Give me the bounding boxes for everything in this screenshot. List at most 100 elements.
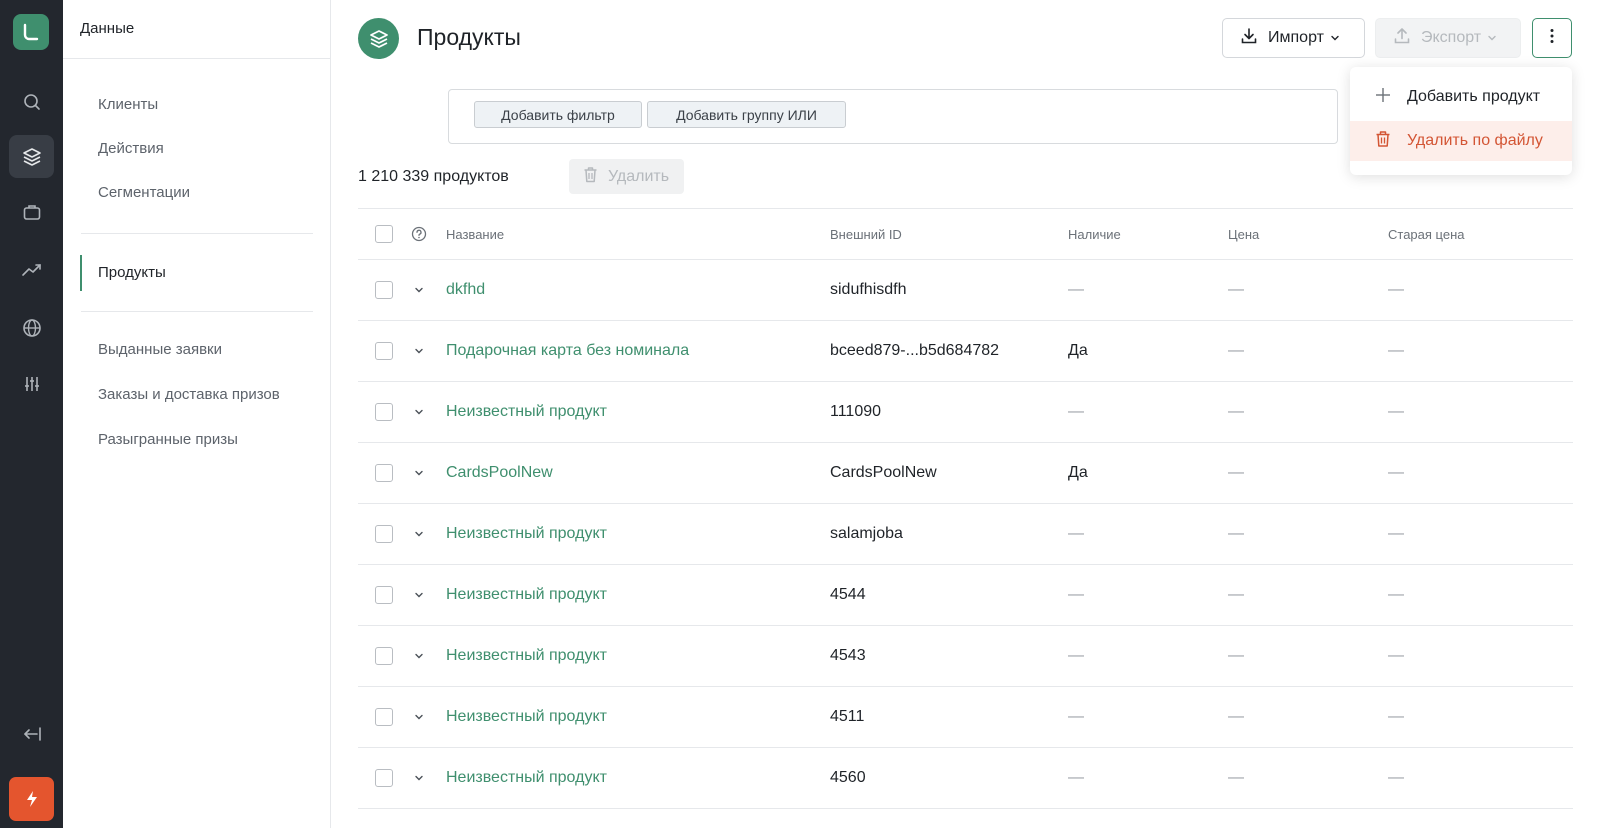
expand-chevron-icon[interactable] xyxy=(414,321,424,381)
delete-button[interactable]: Удалить xyxy=(569,159,684,194)
subnav-item-segmentations[interactable]: Сегментации xyxy=(98,184,190,201)
column-header-external-id[interactable]: Внешний ID xyxy=(830,209,902,259)
table-row[interactable]: Неизвестный продукт 111090 — — — xyxy=(358,382,1573,443)
expand-chevron-icon[interactable] xyxy=(414,443,424,503)
products-layers-icon xyxy=(358,18,399,59)
subnav-title: Данные xyxy=(63,0,330,59)
row-checkbox[interactable] xyxy=(375,504,393,564)
table-row[interactable]: Неизвестный продукт 4511 — — — xyxy=(358,687,1573,748)
app-logo-icon[interactable] xyxy=(13,14,49,50)
old-price-cell: — xyxy=(1388,647,1404,664)
layers-icon[interactable] xyxy=(9,135,54,178)
table-row[interactable]: Неизвестный продукт 4543 — — — xyxy=(358,626,1573,687)
subnav-divider xyxy=(81,311,313,312)
old-price-cell: — xyxy=(1388,586,1404,603)
availability-cell: — xyxy=(1068,708,1084,725)
price-cell: — xyxy=(1228,281,1244,298)
export-button[interactable]: Экспорт xyxy=(1375,18,1521,58)
subnav-item-clients[interactable]: Клиенты xyxy=(98,96,158,113)
availability-cell: Да xyxy=(1068,464,1088,481)
select-all-checkbox[interactable] xyxy=(375,209,393,259)
page-title: Продукты xyxy=(417,24,521,50)
trash-icon xyxy=(1375,130,1391,153)
table-row[interactable]: Неизвестный продукт 4544 — — — xyxy=(358,565,1573,626)
price-cell: — xyxy=(1228,464,1244,481)
availability-cell: Да xyxy=(1068,342,1088,359)
more-actions-menu: Добавить продукт Удалить по файлу xyxy=(1350,67,1572,175)
expand-chevron-icon[interactable] xyxy=(414,504,424,564)
product-name-link[interactable]: dkfhd xyxy=(446,260,485,320)
column-header-price[interactable]: Цена xyxy=(1228,209,1259,259)
bolt-icon[interactable] xyxy=(9,777,54,821)
globe-icon[interactable] xyxy=(9,306,54,349)
product-name-link[interactable]: Неизвестный продукт xyxy=(446,626,607,686)
expand-chevron-icon[interactable] xyxy=(414,565,424,625)
external-id-cell: CardsPoolNew xyxy=(830,464,937,481)
expand-chevron-icon[interactable] xyxy=(414,382,424,442)
external-id-cell: 4560 xyxy=(830,769,866,786)
add-or-group-button[interactable]: Добавить группу ИЛИ xyxy=(647,101,846,128)
table-row[interactable]: Неизвестный продукт 4560 — — — xyxy=(358,748,1573,809)
subnav-item-drawn-prizes[interactable]: Разыгранные призы xyxy=(98,431,238,448)
add-filter-button[interactable]: Добавить фильтр xyxy=(474,101,642,128)
table-row[interactable]: Подарочная карта без номинала bceed879-.… xyxy=(358,321,1573,382)
product-name-link[interactable]: Неизвестный продукт xyxy=(446,565,607,625)
table-header: Название Внешний ID Наличие Цена Старая … xyxy=(358,208,1573,260)
availability-cell: — xyxy=(1068,281,1084,298)
row-checkbox[interactable] xyxy=(375,748,393,808)
external-id-cell: 4511 xyxy=(830,708,865,725)
row-checkbox[interactable] xyxy=(375,321,393,381)
row-checkbox[interactable] xyxy=(375,260,393,320)
sliders-icon[interactable] xyxy=(9,362,54,405)
row-checkbox[interactable] xyxy=(375,687,393,747)
subnav-item-actions[interactable]: Действия xyxy=(98,140,164,157)
product-name-link[interactable]: Неизвестный продукт xyxy=(446,504,607,564)
help-circle-icon[interactable] xyxy=(411,209,427,259)
more-menu-button[interactable] xyxy=(1532,18,1572,58)
download-icon xyxy=(1240,27,1258,50)
column-header-old-price[interactable]: Старая цена xyxy=(1388,209,1464,259)
price-cell: — xyxy=(1228,647,1244,664)
external-id-cell: bceed879-...b5d684782 xyxy=(830,342,1000,359)
products-count: 1 210 339 продуктов xyxy=(358,168,509,185)
column-header-name[interactable]: Название xyxy=(446,209,504,259)
external-id-cell: sidufhisdfh xyxy=(830,281,907,298)
subnav-item-orders-delivery[interactable]: Заказы и доставка призов xyxy=(98,386,280,403)
menu-item-add-product[interactable]: Добавить продукт xyxy=(1350,77,1572,117)
table-row[interactable]: CardsPoolNew CardsPoolNew Да — — xyxy=(358,443,1573,504)
expand-chevron-icon[interactable] xyxy=(414,687,424,747)
expand-chevron-icon[interactable] xyxy=(414,260,424,320)
search-icon[interactable] xyxy=(9,80,54,123)
products-table: Название Внешний ID Наличие Цена Старая … xyxy=(358,208,1573,809)
row-checkbox[interactable] xyxy=(375,626,393,686)
table-row[interactable]: Неизвестный продукт salamjoba — — — xyxy=(358,504,1573,565)
product-name-link[interactable]: Подарочная карта без номинала xyxy=(446,321,689,381)
subnav-item-issued-requests[interactable]: Выданные заявки xyxy=(98,341,222,358)
briefcase-icon[interactable] xyxy=(9,190,54,233)
subnav-active-indicator xyxy=(80,255,82,291)
availability-cell: — xyxy=(1068,586,1084,603)
table-row[interactable]: dkfhd sidufhisdfh — — — xyxy=(358,260,1573,321)
menu-item-label: Добавить продукт xyxy=(1407,88,1541,105)
subnav-item-products[interactable]: Продукты xyxy=(98,264,166,281)
product-name-link[interactable]: Неизвестный продукт xyxy=(446,382,607,442)
old-price-cell: — xyxy=(1388,769,1404,786)
row-checkbox[interactable] xyxy=(375,443,393,503)
expand-chevron-icon[interactable] xyxy=(414,626,424,686)
product-name-link[interactable]: Неизвестный продукт xyxy=(446,748,607,808)
import-button[interactable]: Импорт xyxy=(1222,18,1365,58)
row-checkbox[interactable] xyxy=(375,382,393,442)
expand-chevron-icon[interactable] xyxy=(414,748,424,808)
collapse-sidebar-icon[interactable] xyxy=(9,712,54,755)
menu-item-delete-by-file[interactable]: Удалить по файлу xyxy=(1350,121,1572,161)
row-checkbox[interactable] xyxy=(375,565,393,625)
icon-rail xyxy=(0,0,63,828)
column-header-availability[interactable]: Наличие xyxy=(1068,209,1121,259)
product-name-link[interactable]: CardsPoolNew xyxy=(446,443,553,503)
product-name-link[interactable]: Неизвестный продукт xyxy=(446,687,607,747)
export-label: Экспорт xyxy=(1421,29,1482,46)
external-id-cell: 4543 xyxy=(830,647,866,664)
more-vertical-icon xyxy=(1550,28,1554,49)
old-price-cell: — xyxy=(1388,708,1404,725)
trend-icon[interactable] xyxy=(9,248,54,291)
